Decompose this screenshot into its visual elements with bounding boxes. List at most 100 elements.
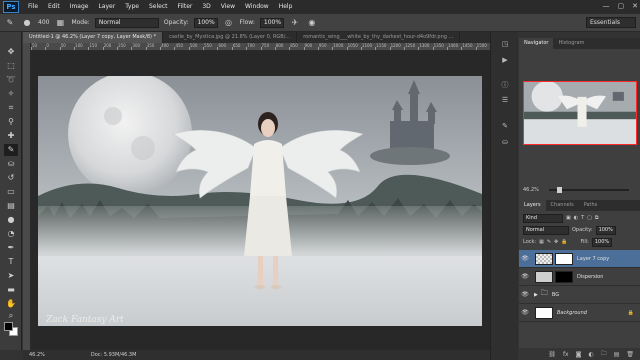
filter-pixel-icon[interactable]: ▣ bbox=[566, 215, 571, 221]
airbrush-icon[interactable]: ✈ bbox=[289, 17, 301, 29]
navigator-thumbnail[interactable] bbox=[523, 81, 637, 145]
properties-panel-icon[interactable]: ☰ bbox=[499, 96, 511, 106]
pen-tool-icon[interactable]: ✒ bbox=[4, 242, 18, 254]
document-canvas[interactable]: Zack Fantasy Art bbox=[38, 76, 482, 326]
tab-channels[interactable]: Channels bbox=[546, 200, 579, 211]
lock-position-icon[interactable]: ✥ bbox=[554, 239, 558, 245]
flow-field[interactable]: 100% bbox=[259, 17, 284, 28]
pressure-size-icon[interactable]: ◉ bbox=[306, 17, 318, 29]
brush-panel-icon[interactable]: ✎ bbox=[499, 122, 511, 132]
layer-row-layer-7-copy[interactable]: 👁 Layer 7 copy bbox=[519, 250, 640, 268]
tab-layers[interactable]: Layers bbox=[519, 200, 546, 211]
brush-tool-icon[interactable]: ✎ bbox=[4, 17, 16, 29]
menu-help[interactable]: Help bbox=[274, 0, 298, 14]
type-tool-icon[interactable]: T bbox=[4, 256, 18, 268]
navigator-zoom-slider[interactable] bbox=[549, 187, 629, 193]
filter-smart-icon[interactable]: ⧉ bbox=[595, 215, 599, 221]
path-select-tool-icon[interactable]: ➤ bbox=[4, 270, 18, 282]
mask-icon[interactable]: ◙ bbox=[576, 351, 582, 358]
eyedropper-tool-icon[interactable]: ⚲ bbox=[4, 116, 18, 128]
visibility-eye-icon[interactable]: 👁 bbox=[519, 273, 531, 280]
blur-tool-icon[interactable]: ● bbox=[4, 214, 18, 226]
close-button[interactable]: ✕ bbox=[632, 2, 638, 10]
actions-panel-icon[interactable]: ▶ bbox=[499, 56, 511, 66]
crop-tool-icon[interactable]: ⌗ bbox=[4, 102, 18, 114]
maximize-button[interactable]: ▢ bbox=[618, 2, 625, 10]
visibility-eye-icon[interactable]: 👁 bbox=[519, 309, 531, 316]
trash-icon[interactable]: 🗑 bbox=[626, 351, 634, 358]
layer-mask-thumbnail[interactable] bbox=[555, 252, 573, 265]
new-layer-icon[interactable]: ▤ bbox=[614, 351, 620, 358]
filter-shape-icon[interactable]: ▢ bbox=[587, 215, 592, 221]
info-panel-icon[interactable]: ⓘ bbox=[499, 80, 511, 90]
brush-tool-icon[interactable]: ✎ bbox=[4, 144, 18, 156]
brush-preset-icon[interactable]: ● bbox=[21, 17, 33, 29]
foreground-color-swatch[interactable] bbox=[4, 322, 13, 331]
layer-row-bg-group[interactable]: 👁 ▶ 🗀 BG bbox=[519, 286, 640, 304]
mode-select[interactable]: Normal bbox=[94, 17, 159, 28]
gradient-tool-icon[interactable]: ▤ bbox=[4, 200, 18, 212]
brush-panel-icon[interactable]: ▦ bbox=[54, 17, 66, 29]
lock-transparency-icon[interactable]: ▦ bbox=[539, 239, 544, 245]
eraser-tool-icon[interactable]: ▭ bbox=[4, 186, 18, 198]
visibility-eye-icon[interactable]: 👁 bbox=[519, 255, 531, 262]
menu-layer[interactable]: Layer bbox=[93, 0, 120, 14]
history-panel-icon[interactable]: ◳ bbox=[499, 40, 511, 50]
lock-pixels-icon[interactable]: ✎ bbox=[547, 239, 551, 245]
adjustment-icon[interactable]: ◐ bbox=[588, 351, 593, 358]
quick-select-tool-icon[interactable]: ✧ bbox=[4, 88, 18, 100]
visibility-eye-icon[interactable]: 👁 bbox=[519, 291, 531, 298]
menu-window[interactable]: Window bbox=[240, 0, 274, 14]
lock-all-icon[interactable]: 🔒 bbox=[561, 239, 567, 245]
kind-filter-select[interactable]: Kind bbox=[523, 213, 563, 223]
tab-histogram[interactable]: Histogram bbox=[553, 38, 589, 49]
healing-tool-icon[interactable]: ✚ bbox=[4, 130, 18, 142]
hand-tool-icon[interactable]: ✋ bbox=[4, 298, 18, 310]
layer-opacity-field[interactable]: 100% bbox=[595, 225, 616, 235]
menu-image[interactable]: Image bbox=[65, 0, 94, 14]
layer-fill-field[interactable]: 100% bbox=[591, 237, 613, 247]
layer-name[interactable]: Layer 7 copy bbox=[577, 256, 609, 262]
doc-tab-untitled[interactable]: Untitled-1 @ 46.2% (Layer 7 copy, Layer … bbox=[23, 32, 164, 43]
menu-edit[interactable]: Edit bbox=[43, 0, 65, 14]
menu-select[interactable]: Select bbox=[144, 0, 173, 14]
layer-row-background[interactable]: 👁 Background 🔒 bbox=[519, 304, 640, 322]
pressure-opacity-icon[interactable]: ◎ bbox=[223, 17, 235, 29]
layer-mask-thumbnail[interactable] bbox=[555, 270, 573, 283]
layer-name[interactable]: Dispersion bbox=[577, 274, 603, 280]
shape-tool-icon[interactable]: ▬ bbox=[4, 284, 18, 296]
menu-filter[interactable]: Filter bbox=[173, 0, 198, 14]
minimize-button[interactable]: — bbox=[603, 2, 610, 10]
workspace-select[interactable]: Essentials bbox=[586, 17, 636, 28]
layer-name[interactable]: Background bbox=[557, 310, 587, 316]
tab-paths[interactable]: Paths bbox=[579, 200, 603, 211]
folder-icon[interactable]: 🗀 bbox=[601, 349, 607, 359]
lasso-tool-icon[interactable]: ➰ bbox=[4, 74, 18, 86]
doc-tab-castle[interactable]: castle_by_Mystica.jpg @ 21.8% (Layer 0, … bbox=[163, 32, 298, 43]
opacity-field[interactable]: 100% bbox=[193, 17, 218, 28]
filter-type-icon[interactable]: T bbox=[581, 215, 584, 221]
history-brush-tool-icon[interactable]: ↺ bbox=[4, 172, 18, 184]
slider-handle[interactable] bbox=[556, 187, 562, 193]
dodge-tool-icon[interactable]: ◔ bbox=[4, 228, 18, 240]
clone-source-icon[interactable]: ⛀ bbox=[499, 138, 511, 148]
zoom-level[interactable]: 46.2% bbox=[23, 352, 51, 358]
layer-row-dispersion[interactable]: 👁 Dispersion bbox=[519, 268, 640, 286]
layer-name[interactable]: BG bbox=[552, 292, 559, 298]
menu-file[interactable]: File bbox=[23, 0, 43, 14]
fx-icon[interactable]: fx bbox=[563, 351, 569, 358]
brush-size[interactable]: 400 bbox=[38, 19, 49, 26]
zoom-tool-icon[interactable]: ⌕ bbox=[4, 310, 18, 322]
marquee-tool-icon[interactable]: ⬚ bbox=[4, 60, 18, 72]
blend-mode-select[interactable]: Normal bbox=[523, 225, 569, 235]
tab-navigator[interactable]: Navigator bbox=[519, 38, 554, 49]
menu-type[interactable]: Type bbox=[120, 0, 144, 14]
expand-arrow-icon[interactable]: ▶ bbox=[534, 292, 538, 298]
doc-tab-wing[interactable]: romantic_wing___white_by_thy_darkest_hou… bbox=[297, 32, 461, 43]
menu-3d[interactable]: 3D bbox=[197, 0, 215, 14]
filter-adjust-icon[interactable]: ◐ bbox=[574, 215, 578, 221]
menu-view[interactable]: View bbox=[216, 0, 240, 14]
navigator-zoom[interactable]: 46.2% bbox=[523, 187, 539, 193]
link-icon[interactable]: ⛓ bbox=[548, 351, 556, 358]
clone-stamp-tool-icon[interactable]: ⛀ bbox=[4, 158, 18, 170]
